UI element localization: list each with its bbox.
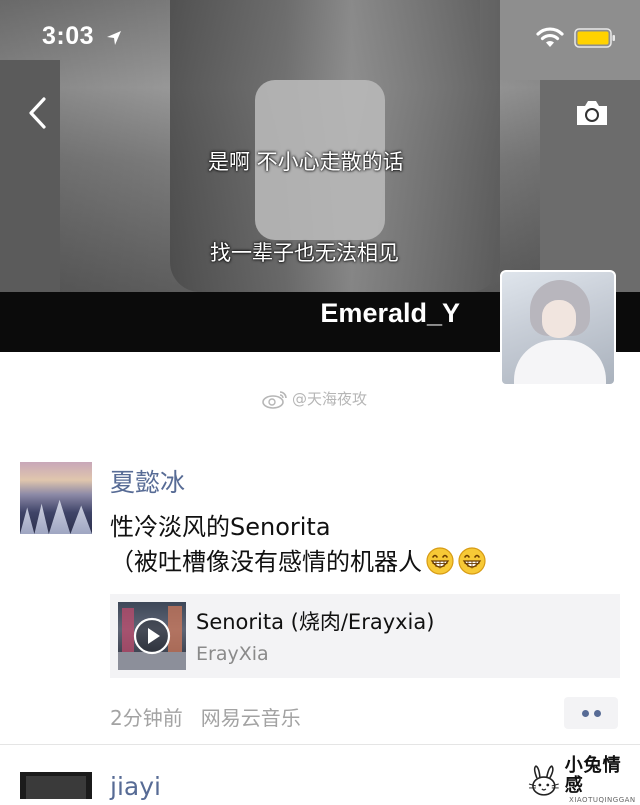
next-avatar-inner [26,776,86,799]
camera-icon[interactable] [574,98,610,128]
post-meta: 2分钟前 网易云音乐 [110,702,301,731]
post-text: 性冷淡风的Senorita （被吐槽像没有感情的机器人 [110,510,620,580]
battery-icon [574,28,615,48]
avatar-snow-trees [20,499,92,534]
post-divider [0,744,640,745]
profile-username[interactable]: Emerald_Y [320,298,460,329]
weibo-watermark: @天海夜攻 [262,388,367,409]
cover-building-left [0,60,60,292]
watermark-text: @天海夜攻 [292,390,368,408]
status-time: 3:03 [42,22,95,50]
post-time: 2分钟前 [110,706,183,730]
music-share-card[interactable]: Senorita (烧肉/Erayxia) ErayXia [110,594,620,678]
wifi-icon [536,27,564,47]
more-actions-button[interactable] [564,697,618,729]
cover-subtitle-1: 是啊 不小心走散的话 [208,150,404,174]
post-text-line-2-text: （被吐槽像没有感情的机器人 [110,548,422,576]
site-subtitle: XIAOTUQINGGAN [569,796,636,804]
play-icon[interactable] [132,616,172,656]
post-source-link[interactable]: 网易云音乐 [201,702,301,731]
cover-subtitle-2: 找一辈子也无法相见 [210,241,399,265]
music-cover-art [118,602,186,670]
post-author-avatar[interactable] [20,462,92,534]
post-text-line-1: 性冷淡风的Senorita [110,513,331,541]
chevron-left-icon[interactable] [26,96,50,130]
avatar-face [542,300,576,338]
next-post-avatar[interactable] [20,772,92,799]
more-dot-icon [582,710,589,717]
location-arrow-icon [107,31,121,45]
grin-emoji-icon [426,547,454,575]
profile-avatar[interactable] [500,270,616,386]
music-title: Senorita (烧肉/Erayxia) [196,610,435,634]
site-logo-text: 小兔情感 XIAOTUQINGGAN [565,756,640,805]
post-text-line-2: （被吐槽像没有感情的机器人 [110,545,620,580]
grin-emoji-icon [458,547,486,575]
site-name: 小兔情感 [564,755,622,796]
site-logo: 小兔情感 XIAOTUQINGGAN [527,756,640,805]
music-artist: ErayXia [196,643,269,665]
next-post-author-name[interactable]: jiayi [110,772,161,801]
avatar-body [514,340,606,384]
more-dot-icon [594,710,601,717]
weibo-icon [262,390,287,409]
post-author-name[interactable]: 夏懿冰 [110,463,185,499]
rabbit-icon [528,764,559,796]
